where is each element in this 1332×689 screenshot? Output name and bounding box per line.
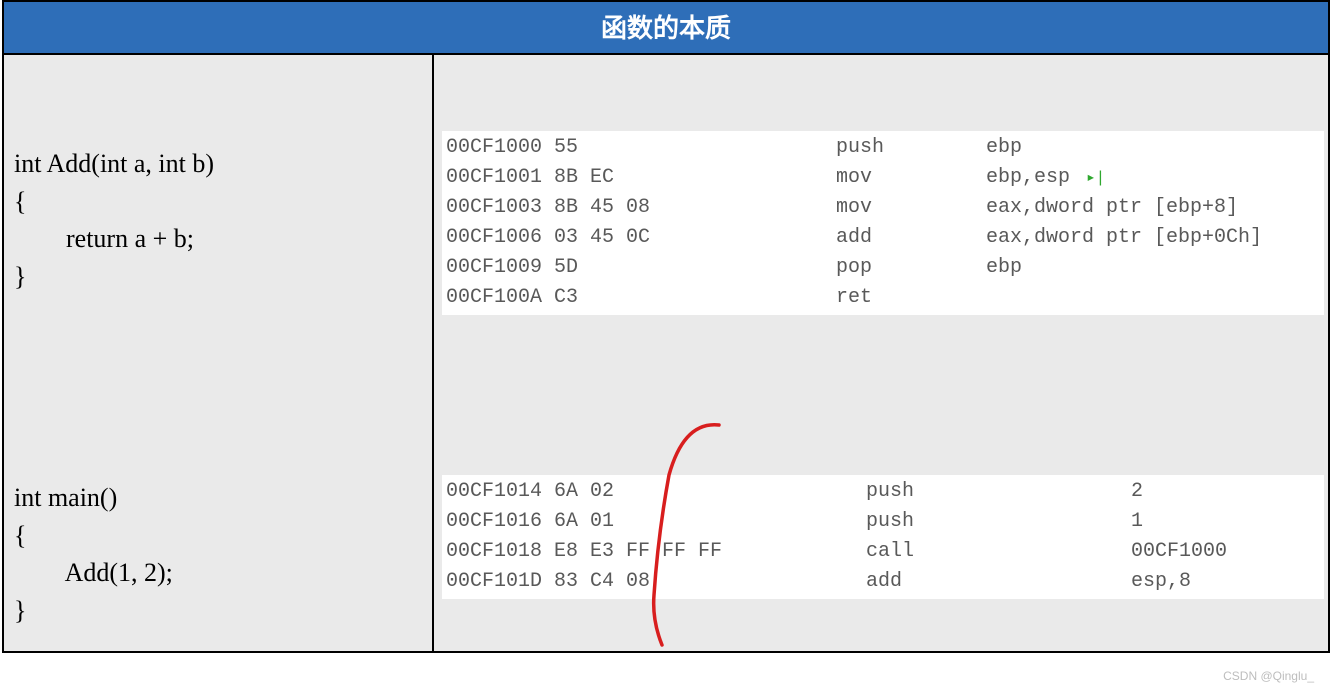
asm-operands: eax,dword ptr [ebp+0Ch]	[986, 223, 1324, 253]
asm-operands: 2	[1131, 477, 1324, 507]
asm-mnemonic: pop	[836, 253, 986, 283]
asm-row: 00CF1018 E8 E3 FF FF FFcall00CF1000	[446, 537, 1324, 567]
asm-address-bytes: 00CF101D 83 C4 08	[446, 567, 866, 597]
asm-row: 00CF1003 8B 45 08moveax,dword ptr [ebp+8…	[446, 193, 1324, 223]
asm-address-bytes: 00CF1001 8B EC	[446, 163, 836, 193]
disassembly-add: 00CF1000 55pushebp00CF1001 8B ECmovebp,e…	[442, 131, 1324, 315]
asm-row: 00CF1014 6A 02push2	[446, 477, 1324, 507]
asm-mnemonic: mov	[836, 193, 986, 223]
asm-row: 00CF100A C3ret	[446, 283, 1324, 313]
source-main-function: int main() { Add(1, 2); }	[14, 479, 173, 630]
asm-address-bytes: 00CF1016 6A 01	[446, 507, 866, 537]
asm-address-bytes: 00CF1018 E8 E3 FF FF FF	[446, 537, 866, 567]
asm-mnemonic: push	[836, 133, 986, 163]
asm-address-bytes: 00CF1006 03 45 0C	[446, 223, 836, 253]
header-title: 函数的本质	[4, 2, 1328, 55]
asm-row: 00CF1006 03 45 0Caddeax,dword ptr [ebp+0…	[446, 223, 1324, 253]
asm-address-bytes: 00CF1009 5D	[446, 253, 836, 283]
asm-mnemonic: push	[866, 477, 1131, 507]
body-row: int Add(int a, int b) { return a + b; } …	[4, 55, 1328, 651]
asm-mnemonic: mov	[836, 163, 986, 193]
asm-mnemonic: add	[866, 567, 1131, 597]
disassembly-main: 00CF1014 6A 02push200CF1016 6A 01push100…	[442, 475, 1324, 599]
asm-operands	[986, 283, 1324, 313]
asm-row: 00CF1009 5Dpopebp	[446, 253, 1324, 283]
disassembly-column: 00CF1000 55pushebp00CF1001 8B ECmovebp,e…	[434, 55, 1328, 651]
asm-operands: 1	[1131, 507, 1324, 537]
source-column: int Add(int a, int b) { return a + b; } …	[4, 55, 434, 651]
asm-operands: ebp	[986, 253, 1324, 283]
asm-operands: ebp	[986, 133, 1324, 163]
instruction-pointer-icon: ▸|	[1070, 169, 1105, 187]
asm-mnemonic: push	[866, 507, 1131, 537]
source-add-function: int Add(int a, int b) { return a + b; }	[14, 145, 214, 296]
asm-address-bytes: 00CF100A C3	[446, 283, 836, 313]
asm-row: 00CF101D 83 C4 08addesp,8	[446, 567, 1324, 597]
asm-address-bytes: 00CF1000 55	[446, 133, 836, 163]
watermark: CSDN @Qinglu_	[1223, 669, 1314, 683]
asm-row: 00CF1000 55pushebp	[446, 133, 1324, 163]
asm-row: 00CF1001 8B ECmovebp,esp▸|	[446, 163, 1324, 193]
asm-mnemonic: call	[866, 537, 1131, 567]
asm-row: 00CF1016 6A 01push1	[446, 507, 1324, 537]
asm-operands: 00CF1000	[1131, 537, 1324, 567]
asm-operands: eax,dword ptr [ebp+8]	[986, 193, 1324, 223]
asm-address-bytes: 00CF1003 8B 45 08	[446, 193, 836, 223]
asm-mnemonic: ret	[836, 283, 986, 313]
asm-mnemonic: add	[836, 223, 986, 253]
document-frame: 函数的本质 int Add(int a, int b) { return a +…	[2, 0, 1330, 653]
asm-address-bytes: 00CF1014 6A 02	[446, 477, 866, 507]
asm-operands: ebp,esp▸|	[986, 163, 1324, 193]
asm-operands: esp,8	[1131, 567, 1324, 597]
